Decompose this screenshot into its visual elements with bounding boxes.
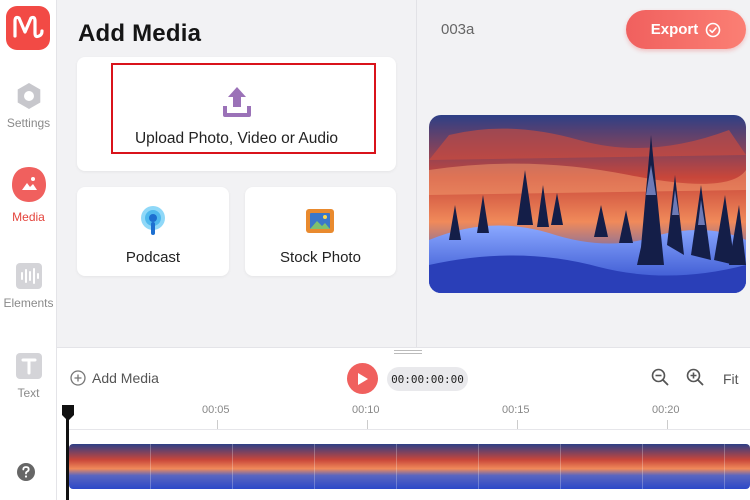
current-time: 00:00:00:00: [387, 367, 468, 391]
fit-button[interactable]: Fit: [723, 371, 739, 387]
sidebar-item-elements[interactable]: Elements: [0, 262, 57, 310]
sidebar-item-label: Media: [12, 210, 45, 224]
clip-thumbnail: [315, 444, 397, 489]
video-clip-track[interactable]: [69, 444, 750, 489]
panel-title: Add Media: [78, 20, 202, 47]
winter-landscape-image: [429, 115, 746, 293]
ruler-tick: [367, 420, 368, 429]
hexagon-settings-icon: [17, 83, 40, 109]
upload-icon: [223, 87, 251, 117]
ruler-tick: [217, 420, 218, 429]
export-button[interactable]: Export: [626, 10, 746, 49]
clip-thumbnail: [69, 444, 151, 489]
clip-thumbnail: [479, 444, 561, 489]
sidebar-item-text[interactable]: Text: [0, 352, 57, 400]
resize-handle[interactable]: [394, 350, 422, 354]
clip-thumbnail: [725, 444, 750, 489]
stock-photo-icon: [306, 209, 334, 233]
left-sidebar: Settings Media Elements Text: [0, 0, 57, 500]
video-preview[interactable]: [429, 115, 746, 293]
timeline-add-media-label: Add Media: [92, 370, 159, 386]
playhead-line[interactable]: [66, 418, 69, 500]
upload-media-card[interactable]: Upload Photo, Video or Audio: [77, 57, 396, 171]
sidebar-item-settings[interactable]: Settings: [0, 82, 57, 130]
plus-circle-icon: [70, 370, 86, 386]
help-icon[interactable]: [16, 462, 36, 482]
text-icon: [15, 353, 42, 379]
panel-divider: [416, 0, 417, 347]
stock-photo-card[interactable]: Stock Photo: [245, 187, 396, 276]
clip-thumbnail: [233, 444, 315, 489]
play-button[interactable]: [347, 363, 378, 394]
timeline-panel: Add Media 00:00:00:00 Fit 00:05 00:10 00…: [57, 347, 750, 500]
check-circle-icon: [705, 22, 721, 37]
stock-photo-label: Stock Photo: [280, 249, 361, 266]
clip-thumbnail: [561, 444, 643, 489]
ruler-label: 00:15: [502, 404, 530, 416]
podcast-label: Podcast: [125, 249, 181, 266]
ruler-baseline: [68, 429, 750, 430]
upload-label: Upload Photo, Video or Audio: [134, 130, 339, 147]
audio-wave-icon: [15, 263, 42, 289]
zoom-in-icon[interactable]: [686, 368, 704, 386]
sidebar-item-media[interactable]: Media: [0, 164, 57, 224]
clip-thumbnail: [151, 444, 233, 489]
clip-thumbnail: [643, 444, 725, 489]
ruler-tick: [667, 420, 668, 429]
project-name[interactable]: 003a: [441, 21, 474, 38]
ruler-label: 00:05: [202, 404, 230, 416]
export-label: Export: [650, 21, 699, 38]
media-icon: [11, 167, 46, 202]
app-logo[interactable]: [6, 6, 50, 50]
podcast-card[interactable]: Podcast: [77, 187, 229, 276]
ruler-tick: [517, 420, 518, 429]
sidebar-item-label: Settings: [6, 116, 51, 130]
play-icon: [357, 372, 368, 385]
podcast-icon: [141, 206, 165, 235]
clip-thumbnail: [397, 444, 479, 489]
ruler-label: 00:20: [652, 404, 680, 416]
zoom-out-icon[interactable]: [651, 368, 669, 386]
timeline-add-media-button[interactable]: Add Media: [70, 370, 159, 386]
sidebar-item-label: Text: [17, 386, 40, 400]
ruler-label: 00:10: [352, 404, 380, 416]
sidebar-item-label: Elements: [3, 296, 54, 310]
